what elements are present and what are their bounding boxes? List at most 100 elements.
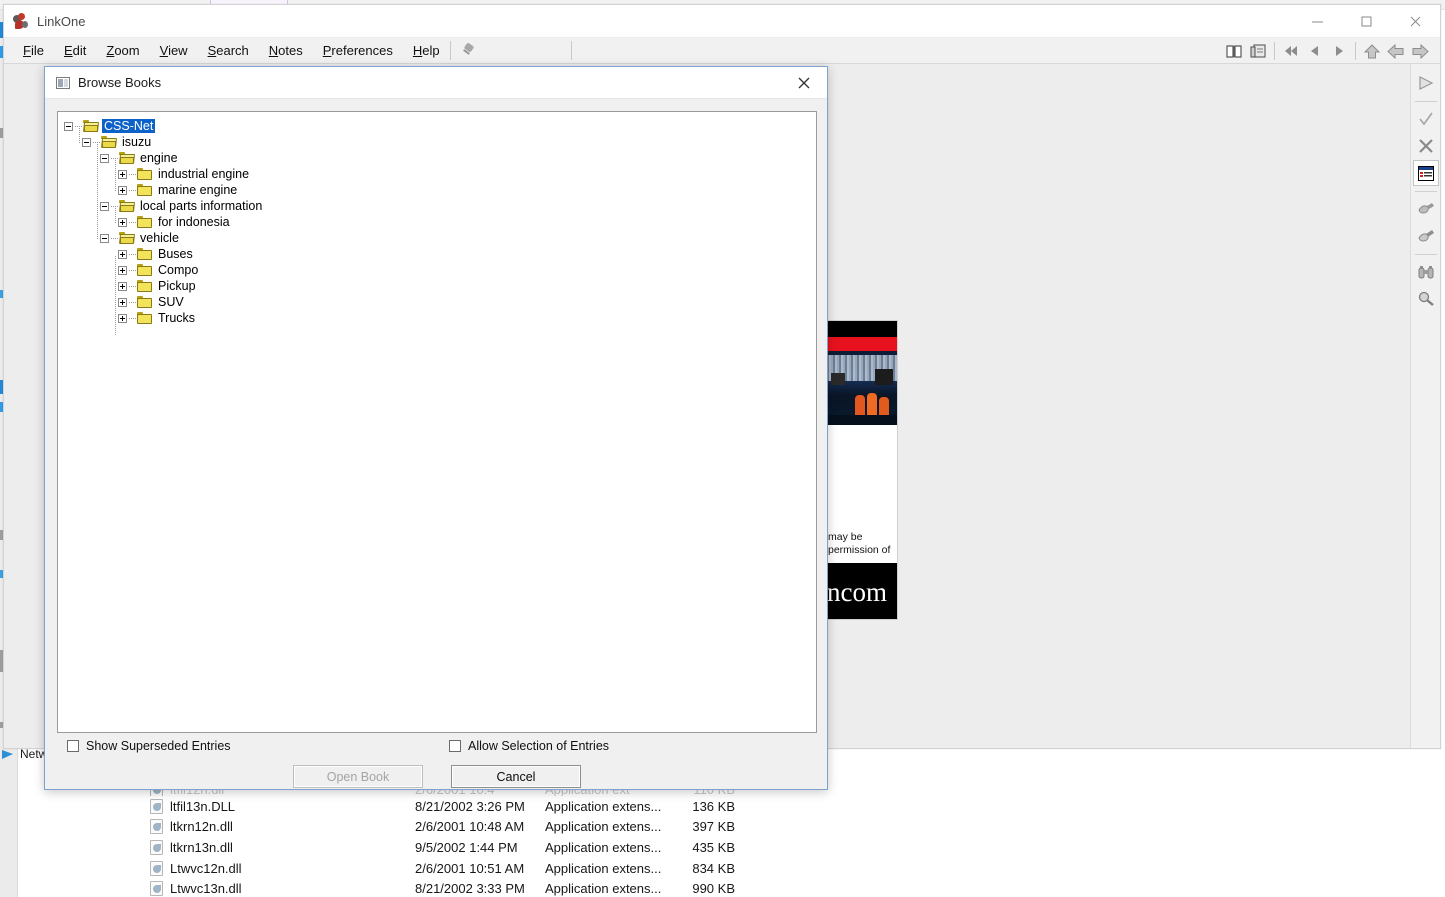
folder-open-icon [83, 120, 100, 132]
menu-edit[interactable]: Edit [54, 38, 96, 64]
table-row[interactable]: ltkrn12n.dll 2/6/2001 10:48 AM Applicati… [140, 817, 900, 838]
menu-file[interactable]: File [13, 38, 54, 64]
dialog-button-row: Open Book Cancel [45, 765, 829, 791]
tree-node[interactable]: isuzu [62, 134, 816, 150]
title-bar[interactable]: LinkOne [4, 5, 1440, 38]
tree-node[interactable]: for indonesia [62, 214, 816, 230]
dll-file-icon [150, 881, 163, 897]
dialog-title-bar[interactable]: Browse Books [45, 67, 827, 99]
browse-books-dialog: Browse Books CSS-Net isuzu engine indust… [44, 66, 828, 790]
collapse-toggle-icon[interactable] [82, 137, 91, 147]
tree-node[interactable]: engine [62, 150, 816, 166]
table-row[interactable]: ltfil13n.DLL 8/21/2002 3:26 PM Applicati… [140, 796, 900, 817]
checkbox-label: Allow Selection of Entries [468, 739, 610, 753]
previous-page-icon[interactable] [1303, 39, 1327, 63]
document-footer-brand: ncom [825, 563, 897, 619]
tree-node[interactable]: SUV [62, 294, 816, 310]
folder-closed-icon [137, 216, 152, 228]
play-icon[interactable] [1413, 70, 1439, 96]
list-view-icon[interactable] [1412, 160, 1439, 186]
maximize-button[interactable] [1342, 5, 1391, 38]
menu-zoom[interactable]: Zoom [96, 38, 149, 64]
tree-node-label: engine [140, 151, 178, 165]
minimize-button[interactable] [1293, 5, 1342, 38]
file-name: ltkrn12n.dll [170, 819, 233, 835]
menu-notes[interactable]: Notes [259, 38, 313, 64]
collapse-toggle-icon[interactable] [100, 153, 109, 163]
right-toolbar [1410, 64, 1440, 748]
tree-node[interactable]: Buses [62, 246, 816, 262]
window-title: LinkOne [37, 13, 86, 29]
tree-node-label: vehicle [140, 231, 179, 245]
file-type: Application extens... [545, 819, 662, 835]
tree-node[interactable]: CSS-Net [62, 118, 816, 134]
cancel-button[interactable]: Cancel [451, 765, 581, 788]
file-date: 8/21/2002 3:33 PM [415, 881, 525, 897]
tree-node[interactable]: local parts information [62, 198, 816, 214]
allow-selection-of-entries-checkbox[interactable]: Allow Selection of Entries [449, 739, 609, 753]
book-list-icon[interactable] [1246, 39, 1270, 63]
show-superseded-entries-checkbox[interactable]: Show Superseded Entries [67, 739, 231, 753]
first-page-icon[interactable] [1279, 39, 1303, 63]
next-page-icon[interactable] [1327, 39, 1351, 63]
folder-closed-icon [137, 296, 152, 308]
menu-view[interactable]: View [150, 38, 198, 64]
file-size: 435 KB [692, 839, 735, 855]
zoom-search-icon[interactable] [1413, 286, 1439, 312]
pick-parts-icon[interactable] [1413, 223, 1439, 249]
file-date: 2/6/2001 10:48 AM [415, 819, 525, 835]
tree-node-label: CSS-Net [102, 119, 156, 133]
tree-node-label: Trucks [158, 311, 196, 325]
pushpin-icon[interactable] [461, 41, 475, 58]
folder-open-icon [101, 136, 118, 148]
forward-arrow-icon[interactable] [1408, 39, 1432, 63]
open-book-button[interactable]: Open Book [293, 765, 423, 788]
pick-part-icon[interactable] [1413, 196, 1439, 222]
table-row[interactable]: Ltwvc12n.dll 2/6/2001 10:51 AM Applicati… [140, 858, 900, 879]
window-controls [1293, 5, 1440, 38]
checkbox-label: Show Superseded Entries [86, 739, 231, 753]
menu-help[interactable]: Help [403, 38, 450, 64]
tree-node[interactable]: Trucks [62, 310, 816, 326]
pin-toolbar-cell[interactable] [451, 38, 571, 63]
collapse-toggle-icon[interactable] [100, 233, 109, 243]
expand-toggle-icon[interactable] [118, 217, 127, 227]
menu-preferences[interactable]: Preferences [313, 38, 403, 64]
tree-node[interactable]: industrial engine [62, 166, 816, 182]
expand-toggle-icon[interactable] [118, 313, 127, 323]
checkbox-box[interactable] [67, 740, 79, 752]
expand-toggle-icon[interactable] [118, 265, 127, 275]
collapse-toggle-icon[interactable] [100, 201, 109, 211]
table-row[interactable]: Ltwvc13n.dll 8/21/2002 3:33 PM Applicati… [140, 878, 900, 897]
check-icon[interactable] [1413, 106, 1439, 132]
checkbox-box[interactable] [449, 740, 461, 752]
tree-node-label: Buses [158, 247, 193, 261]
expand-toggle-icon[interactable] [118, 249, 127, 259]
tree-node[interactable]: Pickup [62, 278, 816, 294]
expand-toggle-icon[interactable] [118, 297, 127, 307]
file-type: Application extens... [545, 839, 662, 855]
expand-toggle-icon[interactable] [118, 281, 127, 291]
books-tree[interactable]: CSS-Net isuzu engine industrial engine m… [57, 111, 817, 733]
up-arrow-icon[interactable] [1360, 39, 1384, 63]
tree-node[interactable]: vehicle [62, 230, 816, 246]
menu-bar: File Edit Zoom View Search Notes Prefere… [4, 38, 1440, 64]
back-arrow-icon[interactable] [1384, 39, 1408, 63]
file-list[interactable]: ltfil12n.dll 2/6/2001 10:4 Application e… [140, 782, 900, 897]
dialog-close-button[interactable] [781, 67, 827, 99]
tree-node[interactable]: Compo [62, 262, 816, 278]
tree-node-label: Pickup [158, 279, 196, 293]
folder-closed-icon [137, 264, 152, 276]
menu-search[interactable]: Search [198, 38, 259, 64]
tree-node[interactable]: marine engine [62, 182, 816, 198]
expand-toggle-icon[interactable] [118, 185, 127, 195]
close-button[interactable] [1391, 5, 1440, 38]
cancel-x-icon[interactable] [1413, 133, 1439, 159]
binoculars-icon[interactable] [1413, 259, 1439, 285]
table-row[interactable]: ltkrn13n.dll 9/5/2002 1:44 PM Applicatio… [140, 837, 900, 858]
tree-node-label: local parts information [140, 199, 263, 213]
open-book-icon[interactable] [1222, 39, 1246, 63]
tree-node-label: for indonesia [158, 215, 230, 229]
collapse-toggle-icon[interactable] [64, 121, 73, 131]
expand-toggle-icon[interactable] [118, 169, 127, 179]
